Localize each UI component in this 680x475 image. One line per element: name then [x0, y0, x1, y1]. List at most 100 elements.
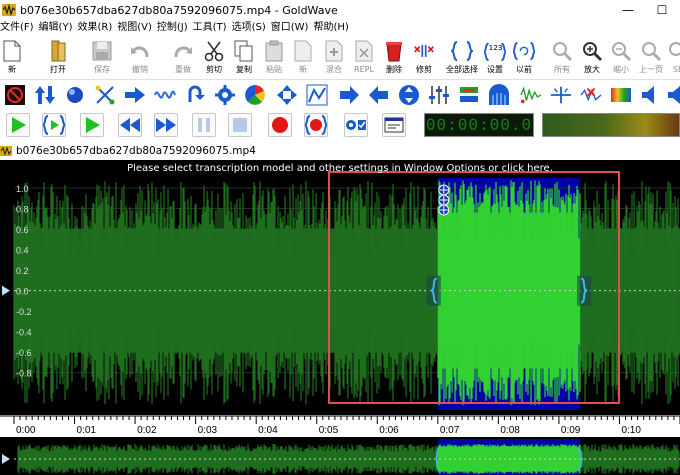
- envelope-icon[interactable]: [306, 84, 328, 106]
- time-ruler-canvas: 0:00 0:01 0:02 0:03 0:04 0:05 0:06 0:07 0:08 0:09…: [0, 415, 680, 436]
- y-axis-label: -0.2: [16, 307, 32, 317]
- undo-button[interactable]: 撤销: [122, 36, 158, 80]
- volume-arrows-icon[interactable]: [34, 84, 56, 106]
- document-title: b076e30b657dba627db80a7592096075.mp4: [16, 145, 256, 157]
- play-selection-button[interactable]: [42, 113, 66, 137]
- rewind-icon: [120, 118, 140, 132]
- menu-options[interactable]: 选项(S): [232, 20, 271, 35]
- new-button[interactable]: 新: [0, 36, 30, 80]
- time-axis-label: 0:07: [440, 425, 460, 436]
- compressor-icon[interactable]: [488, 84, 510, 106]
- overview-waveform[interactable]: [0, 437, 680, 475]
- replace-icon: [353, 39, 375, 63]
- menu-view[interactable]: 视图(V): [117, 20, 157, 35]
- play-from-cursor-button[interactable]: [80, 113, 104, 137]
- gear-effect-icon[interactable]: [214, 84, 236, 106]
- right-arrow-icon[interactable]: [338, 84, 360, 106]
- fast-forward-button[interactable]: [154, 113, 178, 137]
- noise-reduction-icon[interactable]: [520, 84, 542, 106]
- y-axis-label: 0.4: [16, 246, 29, 256]
- volume-more-icon[interactable]: [664, 84, 680, 106]
- window-icon: [384, 117, 404, 133]
- time-axis-label: 0:10: [621, 425, 641, 436]
- copy-icon: [233, 39, 255, 63]
- left-arrow-icon[interactable]: [368, 84, 390, 106]
- y-axis-label: 0.8: [16, 205, 29, 215]
- control-properties-icon: [346, 120, 366, 130]
- time-axis-label: 0:03: [198, 425, 218, 436]
- loop-icon[interactable]: [184, 84, 206, 106]
- crossfade-icon[interactable]: [94, 84, 116, 106]
- wave-effect-icon[interactable]: [154, 84, 176, 106]
- delete-icon: [383, 39, 405, 63]
- menu-file[interactable]: 文件(F): [0, 20, 39, 35]
- stop-icon: [233, 118, 247, 132]
- goldwave-app-icon: [2, 3, 16, 17]
- time-axis-label: 0:00: [16, 425, 36, 436]
- minimize-button[interactable]: —: [614, 0, 642, 20]
- main-toolbar: 新 打开 保存 撤销 重做 剪切 复制 粘贴 新 混合 REPL 删除 修剪 全…: [0, 36, 680, 80]
- trim-icon: [413, 39, 435, 63]
- volume-speaker-icon[interactable]: [640, 84, 662, 106]
- time-axis-label: 0:02: [137, 425, 157, 436]
- spectrum-icon[interactable]: [244, 84, 266, 106]
- equalizer-icon[interactable]: [428, 84, 450, 106]
- channel-mixer-icon[interactable]: [458, 84, 480, 106]
- menu-tools[interactable]: 工具(T): [193, 20, 232, 35]
- undo-icon: [129, 39, 151, 63]
- previous-selection-icon: [513, 39, 535, 63]
- previous-selection-button[interactable]: 以前: [506, 36, 542, 80]
- cut-icon: [203, 39, 225, 63]
- time-axis-label: 0:08: [500, 425, 520, 436]
- time-axis-label: 0:01: [77, 425, 97, 436]
- remove-dc-icon[interactable]: [580, 84, 602, 106]
- trim-button[interactable]: 修剪: [406, 36, 442, 80]
- title-bar: b076e30b657dba627db80a7592096075.mp4 - G…: [0, 0, 680, 20]
- save-button[interactable]: 保存: [84, 36, 120, 80]
- time-axis-label: 0:06: [379, 425, 399, 436]
- y-axis-label: -0.6: [16, 348, 32, 358]
- stop-button[interactable]: [228, 113, 252, 137]
- resize-handle-icon: [438, 194, 450, 206]
- pause-icon: [198, 118, 210, 132]
- cursor-marker-icon: [2, 285, 10, 296]
- waveform-canvas[interactable]: 1.0 0.8 0.6 0.4 0.2 0.0 -0.2 -0.4 -0.6 -0.8: [0, 160, 680, 415]
- play-icon: [12, 117, 26, 133]
- select-all-button[interactable]: 全部选择: [444, 36, 480, 80]
- time-axis-label: 0:05: [319, 425, 339, 436]
- menu-control[interactable]: 控制(J): [157, 20, 193, 35]
- menu-help[interactable]: 帮助(H): [313, 20, 353, 35]
- y-axis-label: -0.8: [16, 369, 32, 379]
- play-cursor-icon: [86, 117, 100, 133]
- reverse-icon[interactable]: [124, 84, 146, 106]
- mix-icon: [323, 39, 345, 63]
- maximize-button[interactable]: ☐: [648, 0, 676, 20]
- zoom-in-icon: [581, 39, 603, 63]
- trim-silence-icon[interactable]: [550, 84, 572, 106]
- record-selection-button[interactable]: [304, 113, 328, 137]
- menu-window[interactable]: 窗口(W): [271, 20, 314, 35]
- open-button[interactable]: 打开: [40, 36, 76, 80]
- fast-forward-icon: [156, 118, 176, 132]
- save-icon: [91, 39, 113, 63]
- menu-edit[interactable]: 编辑(Y): [39, 20, 78, 35]
- spectrum-filter-icon[interactable]: [610, 84, 632, 106]
- set-selection-icon: 123: [484, 39, 506, 63]
- time-ruler[interactable]: 0:00 0:01 0:02 0:03 0:04 0:05 0:06 0:07 0:08 0:09…: [0, 415, 680, 437]
- rewind-button[interactable]: [118, 113, 142, 137]
- y-axis-label: 0.2: [16, 266, 29, 276]
- waveform-view[interactable]: 1.0 0.8 0.6 0.4 0.2 0.0 -0.2 -0.4 -0.6 -0.8: [0, 160, 680, 415]
- pitch-icon[interactable]: [398, 84, 420, 106]
- play-all-button[interactable]: [6, 113, 30, 137]
- expand-icon[interactable]: [276, 84, 298, 106]
- control-properties-button[interactable]: [344, 113, 368, 137]
- sphere-icon[interactable]: [64, 84, 86, 106]
- zoom-selection-button[interactable]: SE: [660, 36, 680, 80]
- transcription-notice[interactable]: Please select transcription model and ot…: [0, 162, 680, 176]
- y-axis-label: 1.0: [16, 184, 29, 194]
- record-button[interactable]: [268, 113, 292, 137]
- stop-effect-icon[interactable]: [4, 84, 26, 106]
- menu-effects[interactable]: 效果(R): [77, 20, 117, 35]
- visual-window-button[interactable]: [382, 113, 406, 137]
- pause-button[interactable]: [192, 113, 216, 137]
